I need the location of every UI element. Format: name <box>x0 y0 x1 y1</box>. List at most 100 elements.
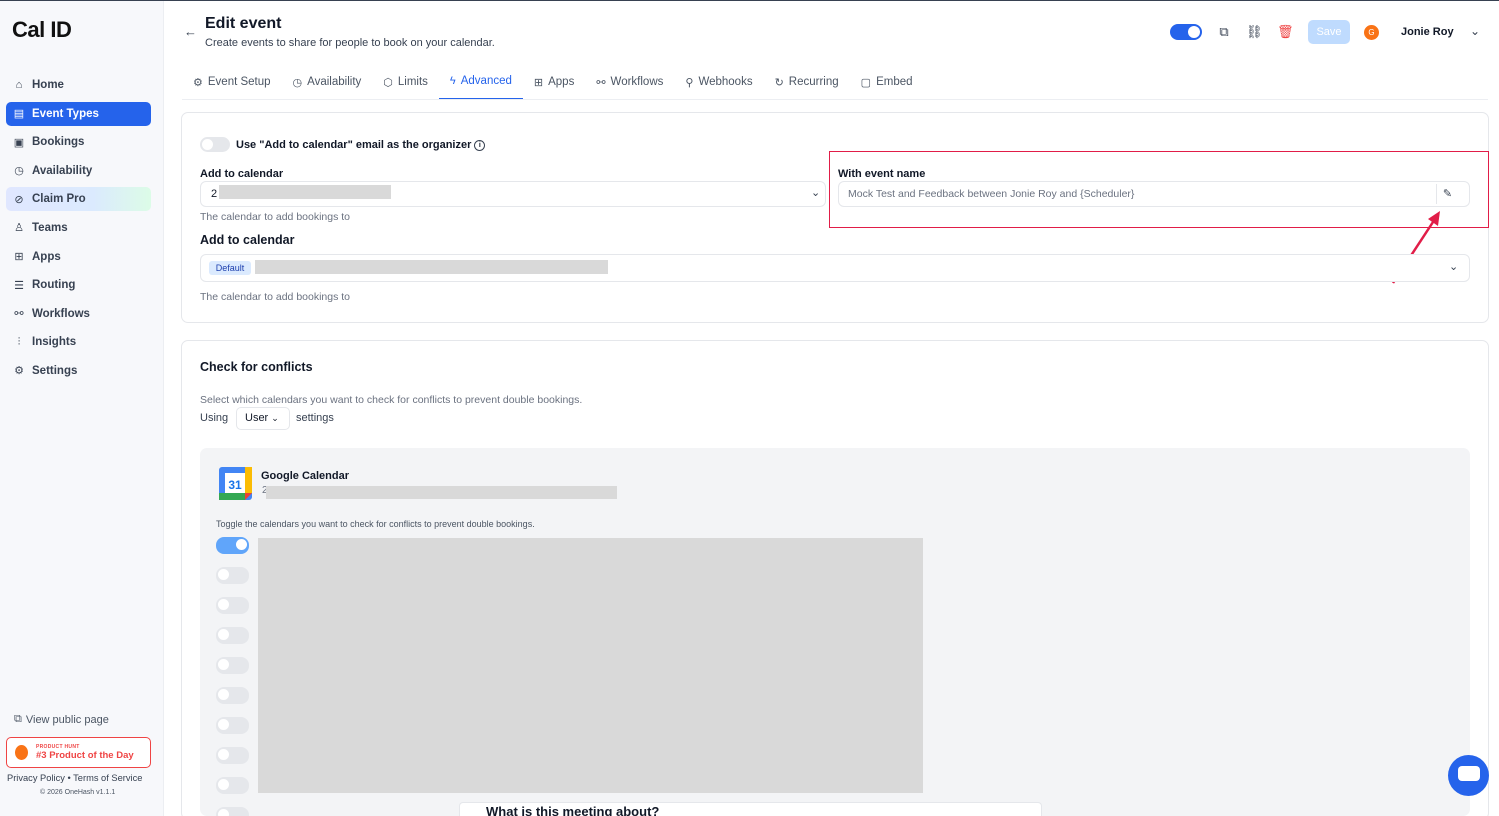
sidebar: Cal ID ⌂ Home ▤ Event Types ▣ Bookings ◷ Ava… <box>0 1 164 816</box>
sidebar-item-home[interactable]: ⌂ Home <box>6 73 151 97</box>
google-calendar-icon: 31 <box>219 467 252 500</box>
sidebar-item-workflows[interactable]: ⚯ Workflows <box>6 302 151 326</box>
organizer-email-label: Use "Add to calendar" email as the organ… <box>236 139 486 151</box>
sidebar-item-availability[interactable]: ◷ Availability <box>6 159 151 183</box>
add-to-calendar-hint: The calendar to add bookings to <box>200 211 351 223</box>
back-arrow-icon[interactable]: ← <box>184 24 197 39</box>
sidebar-item-label: Teams <box>32 221 68 234</box>
view-public-page-link[interactable]: ⧉ View public page <box>14 713 109 726</box>
sidebar-item-label: Workflows <box>32 307 90 320</box>
settings-source-select[interactable]: User ⌄ <box>236 407 290 430</box>
organizer-email-text: Use "Add to calendar" email as the organ… <box>236 139 472 151</box>
tab-label: Advanced <box>460 75 512 87</box>
redacted-email <box>255 260 608 274</box>
meeting-question: What is this meeting about? <box>486 804 660 816</box>
terms-of-service-link[interactable]: Terms of Service <box>73 773 142 783</box>
sidebar-item-label: Settings <box>32 364 78 377</box>
sidebar-item-label: Apps <box>32 250 61 263</box>
sidebar-item-apps[interactable]: ⊞ Apps <box>6 245 151 269</box>
add-to-calendar-hint-2: The calendar to add bookings to <box>200 291 351 303</box>
tab-advanced[interactable]: ϟ Advanced <box>438 64 523 100</box>
using-label: Using <box>200 412 229 424</box>
sidebar-item-routing[interactable]: ☰ Routing <box>6 273 151 297</box>
sidebar-item-label: Home <box>32 79 64 91</box>
chevron-down-icon[interactable]: ⌄ <box>1470 24 1480 38</box>
conflicts-description: Select which calendars you want to check… <box>200 394 583 406</box>
repeat-icon: ↻ <box>774 76 784 89</box>
settings-icon: ⚙ <box>14 365 24 378</box>
tab-limits[interactable]: ⬡ Limits <box>372 64 439 100</box>
tab-availability[interactable]: ◷ Availability <box>282 64 373 100</box>
apps-icon: ⊞ <box>533 76 544 89</box>
clipboard-icon: ▢ <box>860 76 872 89</box>
footer-separator: • <box>67 773 71 783</box>
info-icon[interactable]: i <box>474 139 486 151</box>
calendar-conflict-toggle[interactable] <box>216 597 249 614</box>
sidebar-item-teams[interactable]: ♙ Teams <box>6 216 151 240</box>
add-to-calendar-label: Add to calendar <box>200 168 284 180</box>
calendar-conflict-toggle[interactable] <box>216 657 249 674</box>
sidebar-item-event-types[interactable]: ▤ Event Types <box>6 101 151 126</box>
tab-label: Limits <box>397 76 428 88</box>
add-to-calendar-select-2[interactable]: ⌄ <box>200 254 1470 282</box>
apps-icon: ⊞ <box>14 251 24 264</box>
event-enabled-toggle[interactable] <box>1170 24 1202 40</box>
routing-icon: ☰ <box>14 279 24 292</box>
page-subtitle: Create events to share for people to boo… <box>205 37 495 49</box>
tab-event-setup[interactable]: ⚙ Event Setup <box>182 64 282 100</box>
tab-workflows[interactable]: ⚯ Workflows <box>585 64 674 100</box>
bookings-icon: ▣ <box>13 136 25 149</box>
organizer-email-toggle[interactable] <box>200 137 230 152</box>
svg-text:31: 31 <box>228 478 242 492</box>
tab-label: Workflows <box>610 76 664 88</box>
app-logo[interactable]: Cal ID <box>12 17 72 43</box>
tab-recurring[interactable]: ↻ Recurring <box>764 64 850 100</box>
sidebar-item-label: Event Types <box>32 107 99 120</box>
tab-apps[interactable]: ⊞ Apps <box>523 64 585 100</box>
sidebar-item-bookings[interactable]: ▣ Bookings <box>6 130 151 154</box>
external-link-icon[interactable]: ⧉ <box>1216 24 1232 40</box>
tab-webhooks[interactable]: ⚲ Webhooks <box>674 64 763 100</box>
lightning-icon: ϟ <box>449 75 456 87</box>
workflows-icon: ⚯ <box>596 76 606 89</box>
tab-label: Event Setup <box>207 76 271 88</box>
redacted-email <box>266 486 617 499</box>
tabs-divider <box>182 99 1488 100</box>
user-name[interactable]: Jonie Roy <box>1401 26 1454 38</box>
avatar[interactable]: G <box>1364 25 1379 40</box>
save-button[interactable]: Save <box>1308 20 1350 44</box>
tab-label: Embed <box>876 76 913 88</box>
external-link-icon: ⧉ <box>14 713 22 725</box>
chevron-down-icon: ⌄ <box>271 413 279 423</box>
add-to-calendar-select[interactable]: 2 ⌄ <box>200 181 826 207</box>
clock-icon: ◷ <box>292 76 303 89</box>
tab-embed[interactable]: ▢ Embed <box>850 64 924 100</box>
calendar-conflict-toggle[interactable] <box>216 717 249 734</box>
delete-icon[interactable]: 🗑 <box>1277 24 1294 40</box>
calendar-conflict-toggle[interactable] <box>216 747 249 764</box>
calendar-conflict-toggle[interactable] <box>216 687 249 704</box>
copy-link-icon[interactable]: ⛓ <box>1246 24 1263 40</box>
tab-label: Webhooks <box>698 76 753 88</box>
sidebar-item-settings[interactable]: ⚙ Settings <box>6 359 151 383</box>
clock-icon: ◷ <box>14 165 24 178</box>
teams-icon: ♙ <box>14 222 24 235</box>
webhook-icon: ⚲ <box>685 76 694 89</box>
calendar-conflict-toggle[interactable] <box>216 567 249 584</box>
calendar-conflict-toggle[interactable] <box>216 807 249 816</box>
chat-icon <box>1458 766 1480 781</box>
claim-pro-icon: ⊘ <box>14 193 24 206</box>
sidebar-item-claim-pro[interactable]: ⊘ Claim Pro <box>6 187 151 212</box>
event-tabs: ⚙ Event Setup ◷ Availability ⬡ Limits ϟ Adva… <box>182 64 924 100</box>
product-hunt-badge[interactable]: PRODUCT HUNT #3 Product of the Day <box>6 737 151 768</box>
calendar-conflict-toggle[interactable] <box>216 777 249 794</box>
window-top-border <box>0 0 1499 1</box>
calendar-conflict-toggle[interactable] <box>216 627 249 644</box>
sidebar-item-label: Insights <box>32 336 77 349</box>
sidebar-item-insights[interactable]: ⫶ Insights <box>6 330 151 354</box>
insights-icon: ⫶ <box>17 335 21 348</box>
calendar-conflict-toggle[interactable] <box>216 537 249 554</box>
privacy-policy-link[interactable]: Privacy Policy <box>7 773 65 783</box>
sidebar-item-label: Bookings <box>32 136 85 149</box>
footer-links: Privacy Policy • Terms of Service <box>7 773 142 783</box>
